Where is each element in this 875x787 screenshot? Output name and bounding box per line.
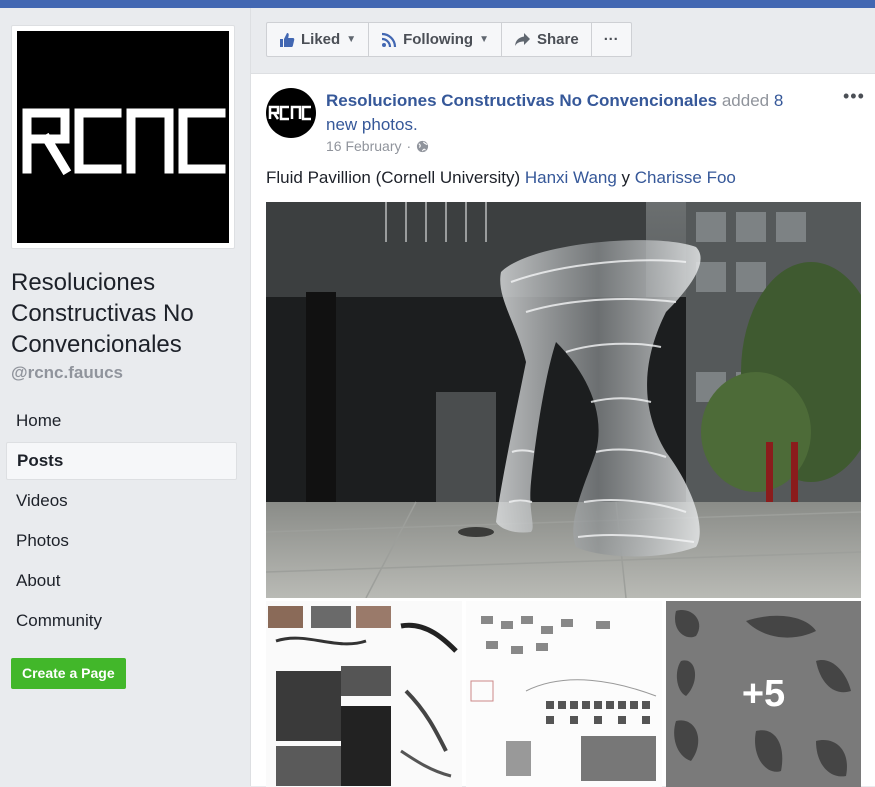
post-header: Resoluciones Constructivas No Convencion… bbox=[326, 89, 816, 137]
post-card: Resoluciones Constructivas No Convencion… bbox=[251, 73, 875, 787]
page-sidebar: Resoluciones Constructivas No Convencion… bbox=[0, 8, 250, 786]
liked-label: Liked bbox=[301, 31, 341, 48]
following-button[interactable]: Following ▼ bbox=[369, 23, 502, 56]
page-action-bar: Liked ▼ Following ▼ Share ··· bbox=[266, 22, 632, 57]
tagged-person-link[interactable]: Charisse Foo bbox=[635, 168, 736, 187]
create-page-button[interactable]: Create a Page bbox=[11, 658, 126, 689]
post-photo-thumbnail[interactable]: +5 bbox=[666, 601, 861, 787]
tagged-person-link[interactable]: Hanxi Wang bbox=[525, 168, 617, 187]
rcnc-logo-icon bbox=[268, 105, 311, 121]
profile-picture bbox=[17, 31, 229, 243]
post-main-photo[interactable] bbox=[266, 202, 861, 598]
more-photos-overlay[interactable]: +5 bbox=[666, 601, 861, 787]
more-dots-icon: ··· bbox=[603, 31, 619, 48]
post-text-mid: y bbox=[616, 168, 635, 187]
post-author-link[interactable]: Resoluciones Constructivas No Convencion… bbox=[326, 91, 717, 110]
globe-icon bbox=[417, 140, 429, 152]
more-options-button[interactable]: ··· bbox=[592, 23, 631, 56]
meta-separator: · bbox=[406, 138, 412, 154]
thumbs-up-icon bbox=[280, 32, 295, 47]
page-nav: Home Posts Videos Photos About Community bbox=[6, 402, 237, 642]
nav-item-home[interactable]: Home bbox=[6, 402, 237, 440]
pavilion-photo bbox=[266, 202, 861, 598]
post-body-text: Fluid Pavillion (Cornell University) Han… bbox=[266, 166, 736, 190]
share-label: Share bbox=[536, 31, 579, 48]
page-title: Resoluciones Constructivas No Convencion… bbox=[11, 269, 194, 358]
nav-item-about[interactable]: About bbox=[6, 562, 237, 600]
liked-button[interactable]: Liked ▼ bbox=[267, 23, 370, 56]
post-action-text: added bbox=[721, 91, 770, 110]
post-options-button[interactable]: ••• bbox=[843, 86, 865, 107]
share-button[interactable]: Share bbox=[502, 23, 592, 56]
nav-item-community[interactable]: Community bbox=[6, 602, 237, 640]
rss-icon bbox=[381, 32, 397, 47]
post-date[interactable]: 16 February bbox=[326, 138, 401, 154]
post-photo-thumbnail[interactable] bbox=[266, 601, 462, 787]
rcnc-logo-icon bbox=[22, 108, 226, 176]
chevron-down-icon: ▼ bbox=[479, 34, 489, 45]
post-avatar[interactable] bbox=[266, 88, 316, 138]
top-blue-bar bbox=[0, 0, 875, 8]
chevron-down-icon: ▼ bbox=[346, 34, 357, 45]
nav-item-photos[interactable]: Photos bbox=[6, 522, 237, 560]
page-username[interactable]: @rcnc.fauucs bbox=[11, 363, 123, 383]
post-text-prefix: Fluid Pavillion (Cornell University) bbox=[266, 168, 525, 187]
post-photo-thumbnail[interactable] bbox=[466, 601, 662, 787]
nav-item-videos[interactable]: Videos bbox=[6, 482, 237, 520]
share-arrow-icon bbox=[514, 33, 530, 46]
following-label: Following bbox=[403, 31, 474, 48]
sketches-photo bbox=[266, 601, 462, 787]
profile-picture-frame[interactable] bbox=[11, 25, 235, 249]
diagram-photo bbox=[466, 601, 662, 787]
nav-item-posts[interactable]: Posts bbox=[6, 442, 237, 480]
post-meta: 16 February · bbox=[326, 138, 429, 154]
